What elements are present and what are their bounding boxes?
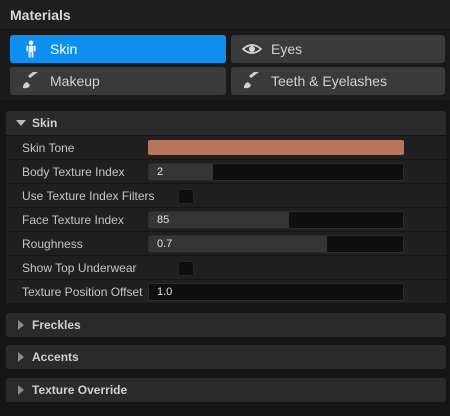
body-texture-index-value: 2 [157, 166, 164, 178]
tab-makeup-label: Makeup [50, 73, 100, 89]
freckles-section: Freckles [6, 313, 446, 337]
person-icon [20, 39, 42, 59]
texture-position-offset-field[interactable]: 1.0 [148, 283, 404, 301]
roughness-value: 0.7 [157, 238, 173, 250]
tab-eyes-label: Eyes [271, 41, 303, 57]
property-row: Roughness 0.7 [6, 231, 446, 255]
panel-header: Materials [0, 0, 450, 30]
accents-section: Accents [6, 345, 446, 369]
body-texture-index-label: Body Texture Index [22, 165, 125, 179]
property-row: Texture Position Offset 1.0 [6, 279, 446, 303]
show-top-underwear-label: Show Top Underwear [22, 261, 137, 275]
use-texture-index-filters-checkbox[interactable] [178, 189, 194, 204]
face-texture-index-label: Face Texture Index [22, 213, 124, 227]
property-row: Show Top Underwear [6, 255, 446, 279]
roughness-field[interactable]: 0.7 [148, 235, 404, 253]
property-row: Skin Tone [6, 135, 446, 159]
freckles-section-title: Freckles [32, 318, 81, 332]
chevron-right-icon [10, 320, 32, 330]
texture-position-offset-label: Texture Position Offset [22, 285, 143, 299]
skin-properties: Skin Tone Body Texture Index 2 Use Textu… [6, 135, 446, 303]
chevron-right-icon [10, 385, 32, 395]
tab-eyes[interactable]: Eyes [231, 35, 445, 63]
material-tabs: Skin Eyes Makeup Teeth & Eyelashes [0, 30, 450, 100]
texture-override-section-header[interactable]: Texture Override [6, 378, 446, 402]
brush-icon [20, 71, 42, 91]
freckles-section-header[interactable]: Freckles [6, 313, 446, 337]
property-row: Face Texture Index 85 [6, 207, 446, 231]
skin-tone-label: Skin Tone [22, 141, 75, 155]
skin-tone-color-swatch[interactable] [148, 140, 404, 155]
accents-section-header[interactable]: Accents [6, 345, 446, 369]
divider [0, 100, 450, 108]
roughness-label: Roughness [22, 237, 83, 251]
texture-override-section: Texture Override [6, 378, 446, 402]
tab-makeup[interactable]: Makeup [10, 67, 226, 95]
slider-fill [149, 212, 289, 228]
property-row: Use Texture Index Filters [6, 183, 446, 207]
chevron-down-icon [10, 120, 32, 126]
accents-section-title: Accents [32, 350, 79, 364]
brush-icon [241, 71, 263, 91]
tab-teeth-eyelashes[interactable]: Teeth & Eyelashes [231, 67, 445, 95]
texture-override-section-title: Texture Override [32, 383, 128, 397]
property-row: Body Texture Index 2 [6, 159, 446, 183]
skin-section: Skin Skin Tone Body Texture Index 2 Use … [6, 111, 446, 303]
show-top-underwear-checkbox[interactable] [178, 261, 194, 276]
tab-skin-label: Skin [50, 41, 78, 57]
face-texture-index-field[interactable]: 85 [148, 211, 404, 229]
tab-skin[interactable]: Skin [10, 35, 226, 63]
skin-section-title: Skin [32, 116, 58, 130]
texture-position-offset-value: 1.0 [157, 286, 173, 298]
panel-title: Materials [10, 7, 71, 23]
use-texture-index-filters-label: Use Texture Index Filters [22, 189, 155, 203]
slider-fill [149, 236, 327, 252]
skin-section-header[interactable]: Skin [6, 111, 446, 135]
body-texture-index-field[interactable]: 2 [148, 163, 404, 181]
tab-teeth-eyelashes-label: Teeth & Eyelashes [271, 73, 387, 89]
face-texture-index-value: 85 [157, 214, 170, 226]
eye-icon [241, 39, 263, 59]
chevron-right-icon [10, 352, 32, 362]
